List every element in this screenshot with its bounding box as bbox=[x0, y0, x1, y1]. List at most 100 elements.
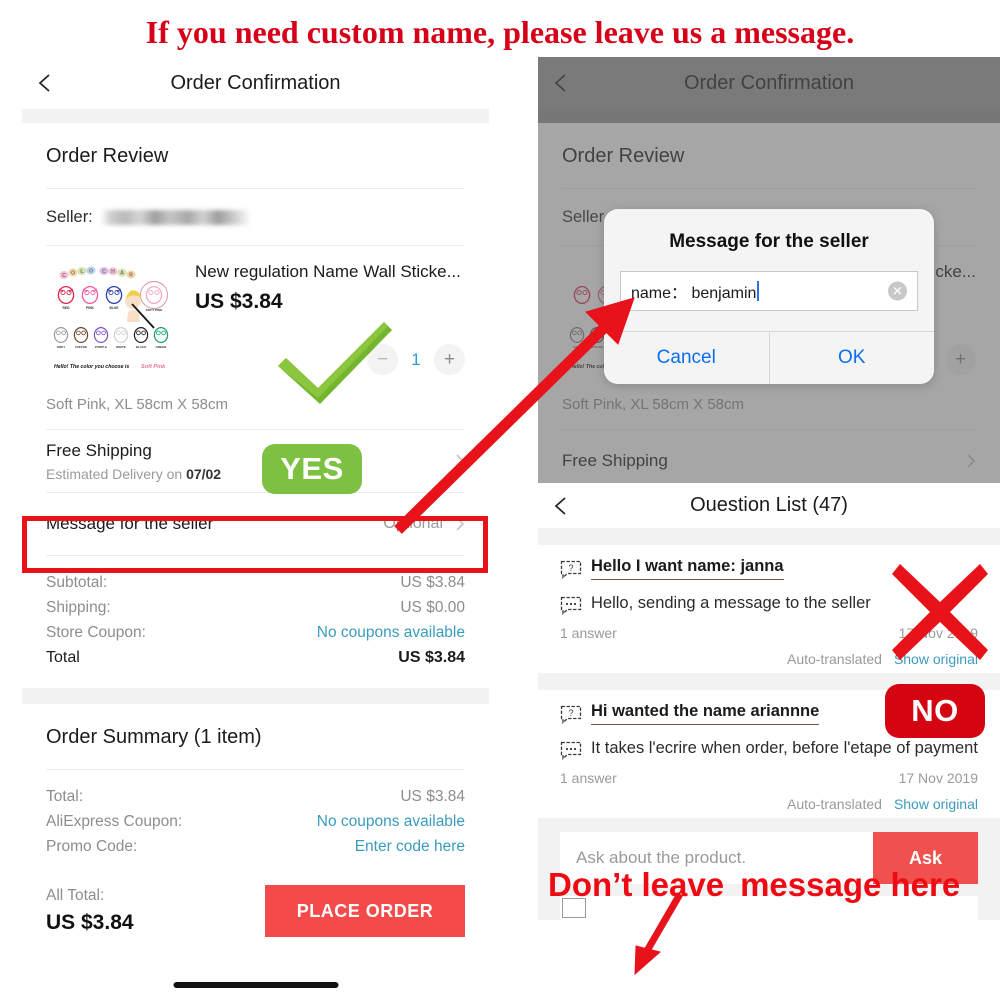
auto-translated-label: Auto-translated bbox=[786, 796, 882, 812]
price-key: Shipping: bbox=[46, 598, 111, 616]
summary-row[interactable]: Promo Code: Enter code here bbox=[46, 834, 465, 859]
svg-text:Soft Pink: Soft Pink bbox=[141, 364, 166, 370]
question-bubble-icon: ? bbox=[560, 560, 582, 579]
answer-count: 1 answer bbox=[560, 770, 617, 786]
price-row-total: Total US $3.84 bbox=[46, 645, 465, 670]
red-arrow-icon bbox=[390, 290, 650, 540]
question-meta: 1 answer 17 Nov 2019 bbox=[560, 770, 978, 786]
store-coupon-link[interactable]: No coupons available bbox=[317, 624, 465, 642]
bottom-note-part2: message here bbox=[740, 866, 961, 903]
quantity-increase-button[interactable]: + bbox=[945, 344, 976, 375]
price-row: Shipping: US $0.00 bbox=[46, 595, 465, 620]
question-text: Hello I want name: janna bbox=[591, 557, 784, 580]
summary-key: Promo Code: bbox=[46, 837, 138, 855]
all-total-value: US $3.84 bbox=[46, 911, 134, 934]
total-value: US $3.84 bbox=[398, 648, 465, 666]
svg-text:Hello! The color you choose is: Hello! The color you choose is bbox=[54, 364, 129, 370]
question-list-title: Ouestion List (47) bbox=[690, 494, 848, 516]
product-thumbnail: C O L O C H A R RED PINK BLUE SOFT PINK … bbox=[46, 262, 179, 380]
total-key: Total bbox=[46, 648, 80, 666]
price-value: US $0.00 bbox=[400, 598, 465, 616]
order-summary-rows: Total: US $3.84 AliExpress Coupon: No co… bbox=[46, 770, 465, 877]
order-summary-heading: Order Summary (1 item) bbox=[46, 726, 262, 748]
chevron-left-icon[interactable] bbox=[550, 72, 572, 94]
checkout-footer: All Total: US $3.84 PLACE ORDER bbox=[46, 877, 465, 937]
svg-text:RED: RED bbox=[63, 306, 71, 310]
shipping-subtitle-prefix: Estimated Delivery on bbox=[46, 465, 187, 482]
shipping-date: 07/02 bbox=[186, 465, 222, 482]
svg-text:C: C bbox=[102, 269, 106, 275]
ok-button[interactable]: OK bbox=[769, 332, 934, 384]
show-original-link[interactable]: Show original bbox=[894, 796, 978, 812]
seller-name-redacted bbox=[100, 209, 251, 225]
summary-value: US $3.84 bbox=[400, 787, 465, 805]
question-date: 17 Nov 2019 bbox=[898, 770, 978, 786]
price-key: Store Coupon: bbox=[46, 623, 146, 641]
section-divider-band bbox=[22, 688, 489, 704]
answer-count: 1 answer bbox=[560, 625, 617, 641]
answer-bubble-icon bbox=[560, 596, 582, 615]
price-key: Subtotal: bbox=[46, 573, 108, 591]
answer-bubble-icon bbox=[560, 741, 582, 760]
svg-text:WHITE: WHITE bbox=[116, 345, 126, 349]
summary-key: AliExpress Coupon: bbox=[46, 812, 183, 830]
question-bubble-icon: ? bbox=[560, 705, 582, 724]
seller-label: Seller bbox=[562, 207, 605, 226]
all-total-label: All Total: bbox=[46, 887, 105, 904]
order-review-heading: Order Review bbox=[46, 145, 169, 167]
price-value: US $3.84 bbox=[400, 573, 465, 591]
svg-text:GREEN: GREEN bbox=[156, 345, 167, 349]
svg-text:?: ? bbox=[569, 563, 574, 573]
message-input[interactable]: name： benjamin ✕ bbox=[620, 271, 918, 311]
bottom-note-text: Don’t leave message here bbox=[548, 866, 1000, 904]
bottom-note-part1: Don’t leave bbox=[548, 866, 725, 903]
page-title: Order Confirmation bbox=[683, 71, 855, 94]
place-order-button[interactable]: PLACE ORDER bbox=[265, 885, 465, 937]
order-summary-section: Order Summary (1 item) Total: US $3.84 A… bbox=[22, 704, 489, 937]
dialog-actions: Cancel OK bbox=[604, 331, 934, 384]
svg-text:BLACK: BLACK bbox=[136, 345, 147, 349]
answer-text: Hello, sending a message to the seller bbox=[591, 594, 871, 612]
aliexpress-coupon-link[interactable]: No coupons available bbox=[317, 813, 465, 831]
price-breakdown: Subtotal: US $3.84 Shipping: US $0.00 St… bbox=[46, 556, 465, 688]
all-total: All Total: US $3.84 bbox=[46, 887, 134, 935]
price-row: Subtotal: US $3.84 bbox=[46, 570, 465, 595]
screenshot-stage: If you need custom name, please leave us… bbox=[0, 0, 1000, 1000]
svg-text:H: H bbox=[111, 269, 115, 275]
no-badge: NO bbox=[885, 684, 985, 738]
price-row[interactable]: Store Coupon: No coupons available bbox=[46, 620, 465, 645]
translation-row: Auto-translated Show original bbox=[560, 796, 978, 812]
home-indicator bbox=[173, 982, 338, 988]
order-review-heading: Order Review bbox=[562, 145, 685, 167]
navbar-divider bbox=[22, 109, 489, 123]
left-navbar: Order Confirmation bbox=[22, 57, 489, 109]
summary-key: Total: bbox=[46, 787, 84, 805]
svg-text:BLUE: BLUE bbox=[110, 306, 120, 310]
yes-badge: YES bbox=[262, 444, 362, 494]
promo-code-link[interactable]: Enter code here bbox=[355, 838, 465, 856]
chevron-right-icon bbox=[966, 453, 976, 469]
green-check-icon bbox=[272, 318, 397, 408]
auto-translated-label: Auto-translated bbox=[786, 651, 882, 667]
seller-label: Seller: bbox=[46, 207, 93, 226]
answer-text: It takes l'ecrire when order, before l'e… bbox=[591, 739, 978, 757]
seller-row[interactable]: Seller: bbox=[46, 189, 465, 245]
chevron-left-icon[interactable] bbox=[34, 72, 56, 94]
promo-banner-text: If you need custom name, please leave us… bbox=[145, 14, 855, 50]
message-for-seller-dialog[interactable]: Message for the seller name： benjamin ✕ … bbox=[604, 209, 934, 384]
summary-row[interactable]: AliExpress Coupon: No coupons available bbox=[46, 809, 465, 834]
svg-text:R: R bbox=[129, 273, 133, 279]
svg-text:C: C bbox=[62, 273, 66, 279]
clear-circle-icon[interactable]: ✕ bbox=[888, 281, 907, 301]
svg-text:COFFEE: COFFEE bbox=[75, 345, 87, 349]
svg-text:A: A bbox=[120, 271, 124, 277]
svg-text:?: ? bbox=[569, 708, 574, 718]
svg-text:PURPLE: PURPLE bbox=[95, 345, 107, 349]
svg-text:GREY: GREY bbox=[57, 345, 66, 349]
page-title: Order Confirmation bbox=[170, 71, 341, 94]
red-x-icon bbox=[886, 558, 994, 666]
navbar-divider bbox=[538, 109, 1000, 123]
text-caret bbox=[757, 281, 760, 301]
svg-text:PINK: PINK bbox=[86, 306, 94, 310]
answer-line: It takes l'ecrire when order, before l'e… bbox=[560, 738, 978, 760]
